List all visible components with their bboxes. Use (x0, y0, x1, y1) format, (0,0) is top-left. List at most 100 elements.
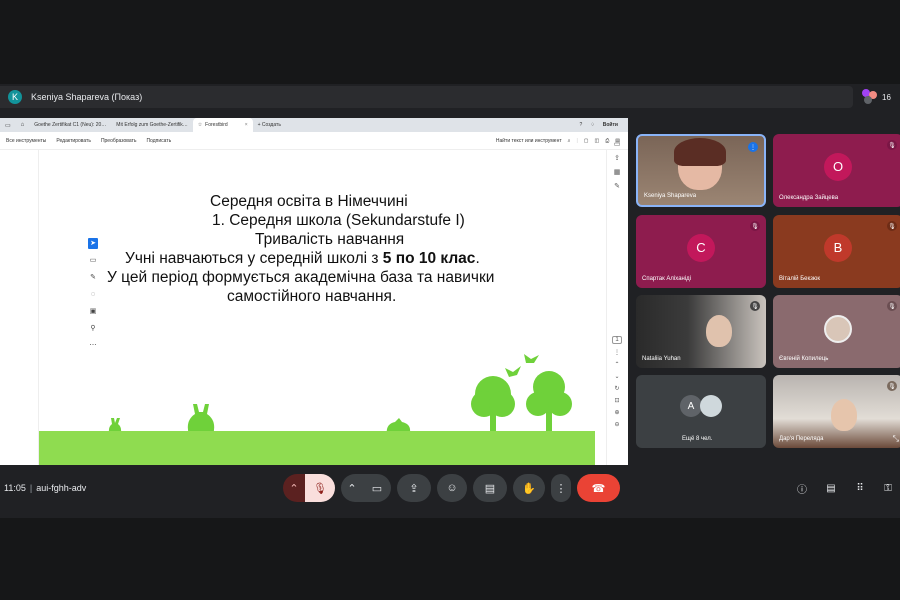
participant-avatar: С (687, 233, 715, 262)
mic-off-icon: 🎙 (887, 301, 897, 311)
slide-line-4: Учні навчаються у середній школі з 5 по … (40, 249, 595, 268)
bird (505, 366, 521, 377)
chat-icon[interactable]: ▤ (824, 481, 838, 495)
leave-call-button[interactable]: ☎ (577, 474, 620, 502)
participant-tile[interactable]: 🎙 Nataliia Yuhan (636, 295, 766, 368)
chevron-up-icon: ⌃ (347, 482, 357, 495)
slide-line-4-bold: 5 по 10 клас (382, 250, 476, 267)
fit-icon[interactable]: ⊡ (614, 397, 619, 404)
presenter-bar: K Kseniya Shapareva (Показ) (0, 86, 853, 108)
refresh-icon[interactable]: ↻ (614, 385, 619, 392)
participant-tile[interactable]: В 🎙 Віталій Бекзюк (773, 215, 900, 288)
mic-off-icon: 🎙 (750, 301, 760, 311)
tab-list-icon[interactable]: ▭ (0, 118, 16, 132)
all-tools-menu[interactable]: Все инструменты (6, 138, 46, 144)
activities-icon[interactable]: ⠿ (853, 481, 867, 495)
participant-name: Дар'я Переляда (779, 436, 824, 442)
participant-tile[interactable]: 🎙 Євгеній Копилець (773, 295, 900, 368)
top-background (0, 0, 900, 84)
tab-label: Mit Erfolg zum Goethe-Zertifik… (116, 122, 188, 128)
zoom-out-icon[interactable]: ⊖ (614, 421, 619, 428)
more-options-button[interactable]: ⋮ (551, 474, 571, 502)
meeting-time: 11:05 (4, 483, 26, 493)
camera-toggle-button[interactable]: ▭ (363, 474, 391, 502)
present-screen-button[interactable]: ⇪ (397, 474, 431, 502)
emoji-icon: ☺ (446, 482, 458, 494)
host-controls-icon[interactable]: ⚿ (881, 481, 895, 495)
browser-tab-bar: ▭ ⌂ Goethe Zertifikat C1 (Neu): 20… Mit … (0, 118, 628, 132)
slide-line-2: 1. Середня школа (Sekundarstufe I) (212, 212, 465, 229)
slide-line-3: Тривалість навчання (255, 231, 405, 248)
bell-icon[interactable]: ♢ (590, 122, 594, 128)
participant-name: Kseniya Shapareva (644, 193, 697, 199)
video-options-button[interactable]: ⌃ (341, 474, 363, 502)
help-icon[interactable]: ? (579, 122, 582, 128)
print-icon[interactable]: ⎙ (605, 138, 609, 144)
page-up-icon[interactable]: ⌃ (614, 361, 619, 368)
participant-tile[interactable]: 🎙 Дар'я Переляда ⤡ (773, 375, 900, 448)
convert-menu[interactable]: Преобразовать (101, 138, 137, 144)
mic-off-icon: 🎙 (750, 221, 760, 231)
browser-tab-active[interactable]: ☆ Forestbird × (192, 118, 253, 132)
participant-avatar-photo (700, 395, 722, 417)
participant-avatar-photo (824, 315, 852, 343)
slide-text: Середня освіта в Німеччині 1. Середня шк… (40, 192, 595, 306)
forest-illustration (108, 354, 572, 434)
search-icon[interactable]: ⌕ (568, 138, 571, 144)
sign-menu[interactable]: Подписать (146, 138, 171, 144)
find-text-input[interactable]: Найти текст или инструмент (496, 138, 562, 144)
home-icon[interactable]: ⌂ (16, 118, 30, 132)
raise-hand-button[interactable]: ✋ (513, 474, 545, 502)
end-call-icon: ☎ (591, 482, 606, 495)
tab-close-icon[interactable]: × (245, 122, 248, 128)
tab-label: Goethe Zertifikat C1 (Neu): 20… (34, 122, 107, 128)
organize-icon[interactable]: ▦ (614, 168, 621, 176)
edit-panel-icon[interactable]: ✎ (614, 182, 620, 190)
comment-panel-icon[interactable]: ▭ (614, 140, 621, 148)
microphone-toggle-button[interactable]: 🎙 (305, 474, 335, 502)
new-tab-button[interactable]: + Создать (253, 118, 286, 132)
more-participants-tile[interactable]: A Ещё 8 чел. (636, 375, 766, 448)
hand-icon: ✋ (522, 482, 536, 495)
mic-off-icon: 🎙 (313, 482, 327, 495)
meeting-info: 11:05 | aui-fghh-adv (4, 483, 86, 493)
sign-in-button[interactable]: Войти (603, 122, 618, 128)
browser-tab-2[interactable]: Mit Erfolg zum Goethe-Zertifik… (111, 118, 192, 132)
info-icon[interactable]: ⓘ (795, 481, 809, 496)
toolbar-icon-2[interactable]: ◫ (595, 138, 600, 144)
speaking-icon: ⋮ (748, 142, 758, 152)
mic-off-icon: 🎙 (887, 381, 897, 391)
slide-line-5: У цей період формується академічна база … (107, 269, 495, 286)
participant-face (831, 399, 857, 431)
participant-name: Віталій Бекзюк (779, 276, 821, 282)
page-controls: 1 ⋮ ⌃ ⌄ ↻ ⊡ ⊕ ⊖ (611, 336, 623, 428)
audio-options-button[interactable]: ⌃ (283, 474, 305, 502)
more-vert-icon: ⋮ (555, 482, 567, 495)
captions-button[interactable]: ▤ (473, 474, 507, 502)
camera-icon: ▭ (371, 482, 383, 495)
right-toolbar: ▭ ⇪ ▦ ✎ (611, 140, 623, 190)
text-box-icon[interactable]: ▣ (90, 306, 97, 317)
meeting-code: aui-fghh-adv (36, 483, 87, 493)
participant-tile[interactable]: О 🎙 Олександра Зайцева (773, 134, 900, 207)
edit-menu[interactable]: Редактировать (56, 138, 91, 144)
page-down-icon[interactable]: ⌄ (614, 373, 619, 380)
participant-tile[interactable]: ⋮ Kseniya Shapareva (636, 134, 766, 207)
pin-icon[interactable]: ⤡ (893, 434, 899, 444)
zoom-in-icon[interactable]: ⊕ (614, 409, 619, 416)
bird (524, 354, 539, 363)
presenter-avatar: K (8, 90, 22, 104)
participant-tile[interactable]: С 🎙 Спартак Аліханіді (636, 215, 766, 288)
people-count-chip[interactable]: 16 (862, 86, 891, 108)
participant-name: Олександра Зайцева (779, 195, 839, 201)
participant-name: Ещё 8 чел. (682, 436, 713, 442)
slide-line-1: Середня освіта в Німеччині (210, 193, 408, 210)
browser-tab-1[interactable]: Goethe Zertifikat C1 (Neu): 20… (29, 118, 111, 132)
page-number[interactable]: 1 (612, 336, 622, 344)
export-icon[interactable]: ⇪ (614, 154, 620, 162)
present-icon: ⇪ (409, 482, 419, 495)
rabbit (187, 404, 215, 434)
toolbar-icon-1[interactable]: ▢ (584, 138, 589, 144)
mic-off-icon: 🎙 (887, 140, 897, 150)
reactions-button[interactable]: ☺ (437, 474, 467, 502)
